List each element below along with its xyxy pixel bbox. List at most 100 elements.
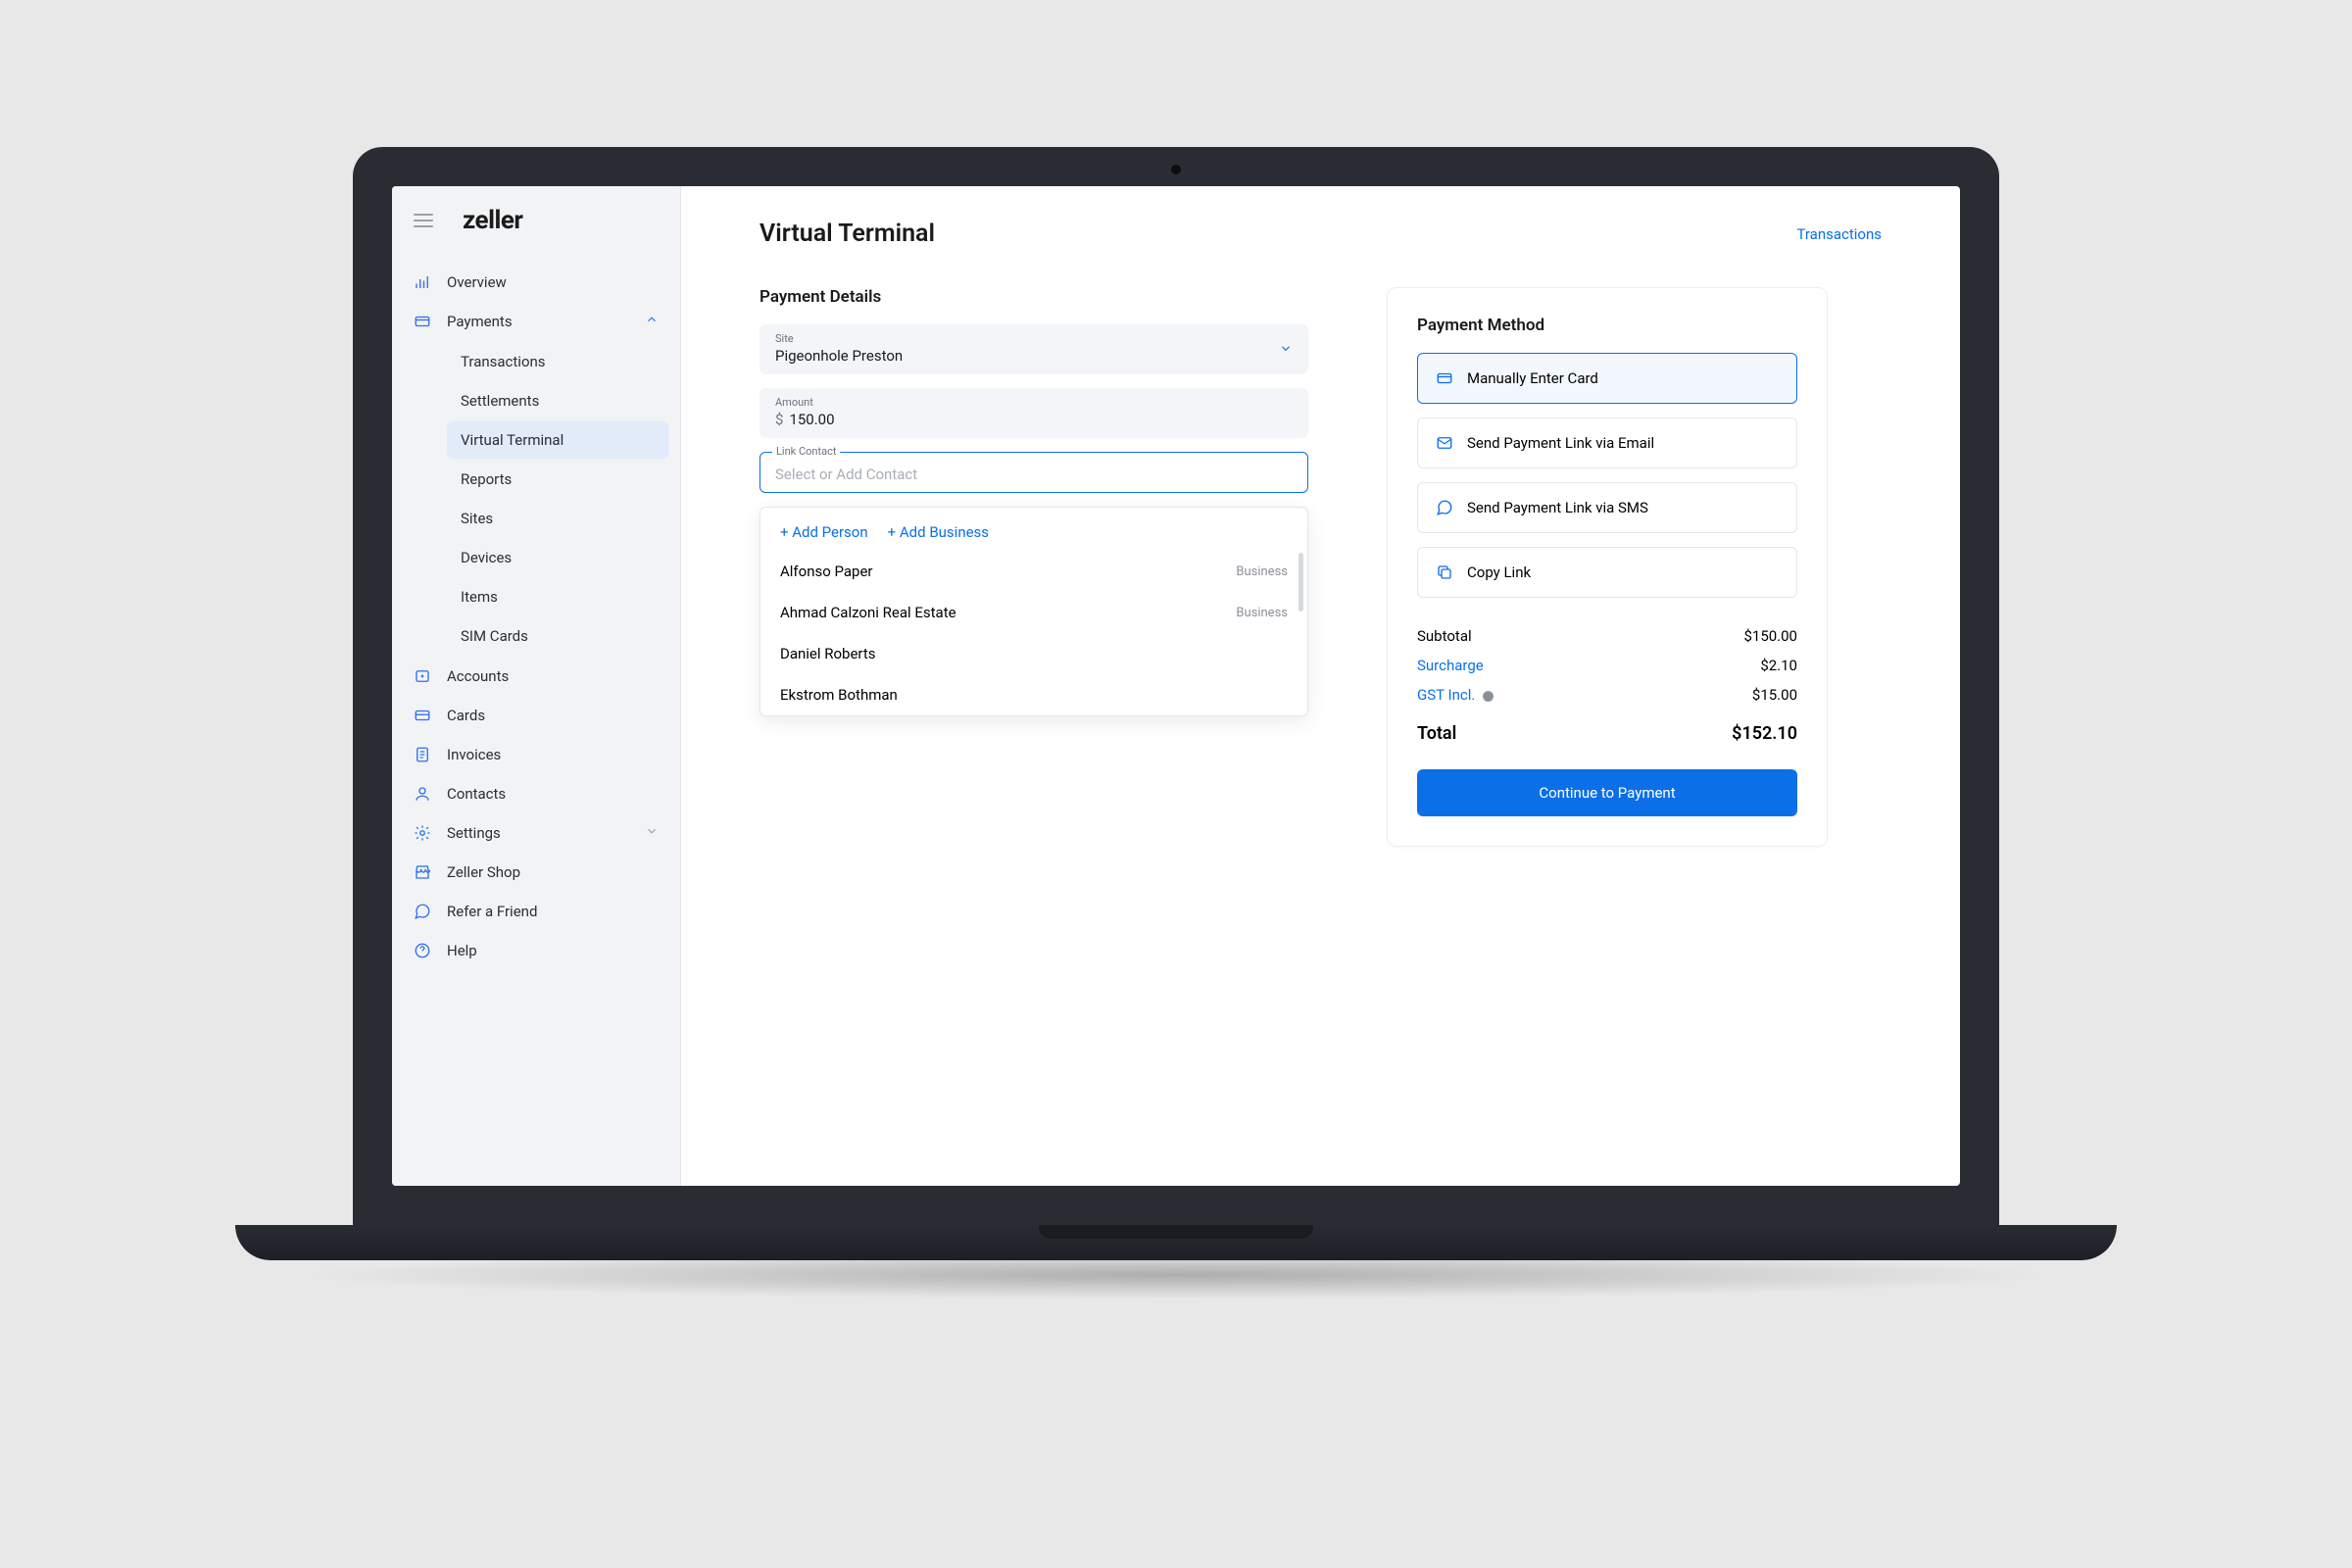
page-title: Virtual Terminal	[760, 220, 935, 248]
sidebar-item-label: Payments	[447, 313, 513, 330]
contact-name: Ahmad Calzoni Real Estate	[780, 604, 956, 621]
chevron-down-icon	[645, 824, 659, 842]
summary-value: $150.00	[1743, 627, 1797, 645]
chevron-down-icon	[1279, 340, 1293, 359]
sidebar-item-zeller-shop[interactable]: Zeller Shop	[392, 853, 680, 892]
settings-icon	[414, 824, 431, 842]
sidebar-item-label: Contacts	[447, 785, 506, 803]
amount-field[interactable]: Amount $ 150.00	[760, 388, 1308, 438]
sidebar-item-label: Settings	[447, 824, 501, 842]
summary-value: $15.00	[1752, 686, 1797, 704]
gst-link[interactable]: GST Incl.	[1417, 686, 1475, 704]
surcharge-link[interactable]: Surcharge	[1417, 657, 1484, 674]
sidebar-item-label: Invoices	[447, 746, 501, 763]
contact-option[interactable]: Alfonso Paper Business	[760, 551, 1307, 592]
card-icon	[1436, 369, 1453, 387]
payment-details-title: Payment Details	[760, 287, 1308, 307]
email-icon	[1436, 434, 1453, 452]
method-manual-card[interactable]: Manually Enter Card	[1417, 353, 1797, 404]
sidebar-item-settings[interactable]: Settings	[392, 813, 680, 853]
site-value: Pigeonhole Preston	[775, 347, 1293, 365]
contacts-icon	[414, 785, 431, 803]
method-label: Send Payment Link via SMS	[1467, 499, 1648, 516]
sidebar-item-label: Cards	[447, 707, 485, 724]
method-label: Copy Link	[1467, 564, 1531, 581]
sidebar-item-label: Accounts	[447, 667, 509, 685]
contact-dropdown: + Add Person + Add Business Alfonso Pape…	[760, 507, 1308, 716]
cards-icon	[414, 707, 431, 724]
sidebar-sub-devices[interactable]: Devices	[447, 539, 668, 576]
contact-option[interactable]: Daniel Roberts	[760, 633, 1307, 674]
method-copy-link[interactable]: Copy Link	[1417, 547, 1797, 598]
method-label: Send Payment Link via Email	[1467, 434, 1654, 452]
payment-method-card: Payment Method Manually Enter Card Send …	[1387, 287, 1828, 847]
sms-icon	[1436, 499, 1453, 516]
sidebar-item-label: Refer a Friend	[447, 903, 537, 920]
summary-value: $2.10	[1760, 657, 1797, 674]
sidebar-item-refer[interactable]: Refer a Friend	[392, 892, 680, 931]
sidebar-item-help[interactable]: Help	[392, 931, 680, 970]
method-sms-link[interactable]: Send Payment Link via SMS	[1417, 482, 1797, 533]
sidebar-item-invoices[interactable]: Invoices	[392, 735, 680, 774]
sidebar-sub-reports[interactable]: Reports	[447, 461, 668, 498]
main-content: Virtual Terminal Transactions Payment De…	[681, 186, 1960, 1186]
sidebar-sub-settlements[interactable]: Settlements	[447, 382, 668, 419]
payments-icon	[414, 313, 431, 330]
sidebar-item-cards[interactable]: Cards	[392, 696, 680, 735]
sidebar-item-overview[interactable]: Overview	[392, 263, 680, 302]
refer-icon	[414, 903, 431, 920]
amount-label: Amount	[775, 396, 1293, 409]
copy-icon	[1436, 564, 1453, 581]
payment-method-title: Payment Method	[1417, 316, 1797, 335]
continue-button[interactable]: Continue to Payment	[1417, 769, 1797, 816]
sidebar-item-label: Overview	[447, 273, 507, 291]
summary-value: $152.10	[1732, 723, 1797, 744]
add-person-button[interactable]: + Add Person	[780, 523, 868, 541]
contact-name: Daniel Roberts	[780, 645, 876, 662]
sidebar-sub-transactions[interactable]: Transactions	[447, 343, 668, 380]
contact-tag: Business	[1236, 606, 1288, 620]
site-label: Site	[775, 332, 1293, 345]
link-contact-field[interactable]: Link Contact	[760, 452, 1308, 493]
contact-tag: Business	[1236, 564, 1288, 579]
shop-icon	[414, 863, 431, 881]
currency-symbol: $	[775, 411, 783, 428]
help-icon	[414, 942, 431, 959]
summary-label: Subtotal	[1417, 627, 1472, 645]
summary-surcharge: Surcharge $2.10	[1417, 651, 1797, 680]
contact-name: Ekstrom Bothman	[780, 686, 898, 704]
summary-label: Total	[1417, 723, 1456, 744]
scrollbar[interactable]	[1298, 553, 1303, 612]
sidebar-item-label: Zeller Shop	[447, 863, 520, 881]
sidebar-sub-sites[interactable]: Sites	[447, 500, 668, 537]
accounts-icon	[414, 667, 431, 685]
invoices-icon	[414, 746, 431, 763]
contact-name: Alfonso Paper	[780, 563, 873, 580]
sidebar-sub-items[interactable]: Items	[447, 578, 668, 615]
sidebar-item-label: Help	[447, 942, 477, 959]
transactions-link[interactable]: Transactions	[1796, 225, 1882, 243]
method-email-link[interactable]: Send Payment Link via Email	[1417, 417, 1797, 468]
overview-icon	[414, 273, 431, 291]
summary-gst: GST Incl. $15.00	[1417, 680, 1797, 710]
amount-value: 150.00	[789, 411, 834, 428]
link-contact-label: Link Contact	[772, 445, 840, 458]
sidebar-item-contacts[interactable]: Contacts	[392, 774, 680, 813]
sidebar-item-payments[interactable]: Payments	[392, 302, 680, 341]
contact-option[interactable]: Ahmad Calzoni Real Estate Business	[760, 592, 1307, 633]
sidebar-sub-virtual-terminal[interactable]: Virtual Terminal	[447, 421, 668, 459]
site-select[interactable]: Site Pigeonhole Preston	[760, 324, 1308, 374]
chevron-up-icon	[645, 313, 659, 330]
brand-logo: zeller	[463, 206, 522, 235]
sidebar-item-accounts[interactable]: Accounts	[392, 657, 680, 696]
contact-option[interactable]: Ekstrom Bothman	[760, 674, 1307, 715]
sidebar: zeller Overview Payments Transactions Se…	[392, 186, 681, 1186]
summary-total: Total $152.10	[1417, 710, 1797, 750]
method-label: Manually Enter Card	[1467, 369, 1598, 387]
menu-toggle-icon[interactable]	[414, 214, 433, 227]
link-contact-input[interactable]	[775, 460, 1293, 483]
info-icon[interactable]	[1479, 686, 1494, 704]
sidebar-sub-sim-cards[interactable]: SIM Cards	[447, 617, 668, 655]
summary-subtotal: Subtotal $150.00	[1417, 621, 1797, 651]
add-business-button[interactable]: + Add Business	[888, 523, 989, 541]
